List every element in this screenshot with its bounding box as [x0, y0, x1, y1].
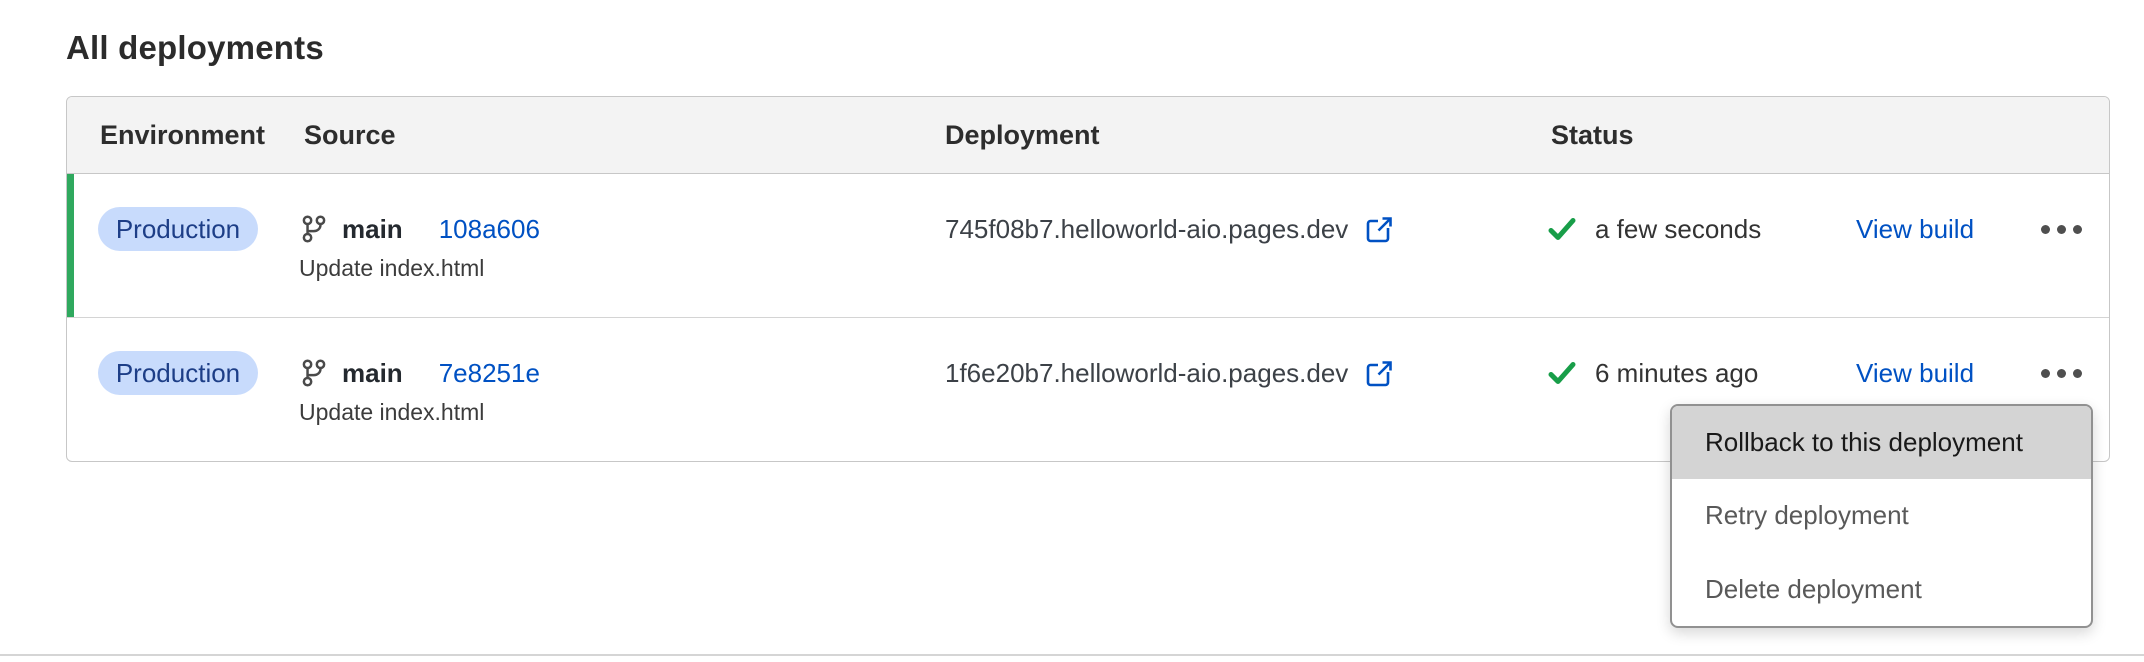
- commit-message: Update index.html: [299, 255, 484, 282]
- live-deployment-indicator: [67, 174, 74, 317]
- commit-message: Update index.html: [299, 399, 484, 426]
- status-time: 6 minutes ago: [1595, 358, 1758, 389]
- deployment-actions-menu: Rollback to this deployment Retry deploy…: [1670, 404, 2093, 628]
- row-actions-menu-button[interactable]: [2033, 351, 2089, 395]
- menu-item-retry[interactable]: Retry deployment: [1672, 479, 2091, 552]
- header-deployment: Deployment: [945, 97, 1100, 174]
- header-source: Source: [304, 97, 396, 174]
- status-time: a few seconds: [1595, 214, 1761, 245]
- ellipsis-dot: [2041, 225, 2050, 234]
- menu-item-delete[interactable]: Delete deployment: [1672, 553, 2091, 626]
- header-environment: Environment: [100, 97, 265, 174]
- page-title: All deployments: [66, 26, 324, 70]
- table-header-row: Environment Source Deployment Status: [67, 97, 2109, 174]
- ellipsis-dot: [2073, 369, 2082, 378]
- success-check-icon: [1547, 216, 1577, 242]
- menu-item-rollback[interactable]: Rollback to this deployment: [1672, 406, 2091, 479]
- deployment-cell: 745f08b7.helloworld-aio.pages.dev: [945, 207, 1395, 251]
- status-cell: 6 minutes ago: [1547, 351, 1758, 395]
- status-cell: a few seconds: [1547, 207, 1761, 251]
- source-cell: main 108a606: [301, 207, 540, 251]
- ellipsis-dot: [2057, 369, 2066, 378]
- ellipsis-dot: [2057, 225, 2066, 234]
- success-check-icon: [1547, 360, 1577, 386]
- source-cell: main 7e8251e: [301, 351, 540, 395]
- environment-badge: Production: [98, 351, 258, 395]
- deployment-cell: 1f6e20b7.helloworld-aio.pages.dev: [945, 351, 1395, 395]
- git-branch-icon: [301, 215, 327, 243]
- git-branch-icon: [301, 359, 327, 387]
- environment-badge: Production: [98, 207, 258, 251]
- view-build-link[interactable]: View build: [1856, 351, 1974, 395]
- view-build-link[interactable]: View build: [1856, 207, 1974, 251]
- header-status: Status: [1551, 97, 1634, 174]
- external-link-icon[interactable]: [1361, 356, 1395, 390]
- branch-name: main: [342, 214, 403, 245]
- row-actions-menu-button[interactable]: [2033, 207, 2089, 251]
- deployment-url: 1f6e20b7.helloworld-aio.pages.dev: [945, 358, 1348, 389]
- commit-link[interactable]: 7e8251e: [439, 358, 540, 389]
- branch-name: main: [342, 358, 403, 389]
- deployment-url: 745f08b7.helloworld-aio.pages.dev: [945, 214, 1348, 245]
- deployment-row-current: Production main 108a606 Update index.htm…: [67, 174, 2109, 318]
- external-link-icon[interactable]: [1361, 212, 1395, 246]
- ellipsis-dot: [2073, 225, 2082, 234]
- commit-link[interactable]: 108a606: [439, 214, 540, 245]
- page-bottom-divider: [0, 654, 2144, 656]
- ellipsis-dot: [2041, 369, 2050, 378]
